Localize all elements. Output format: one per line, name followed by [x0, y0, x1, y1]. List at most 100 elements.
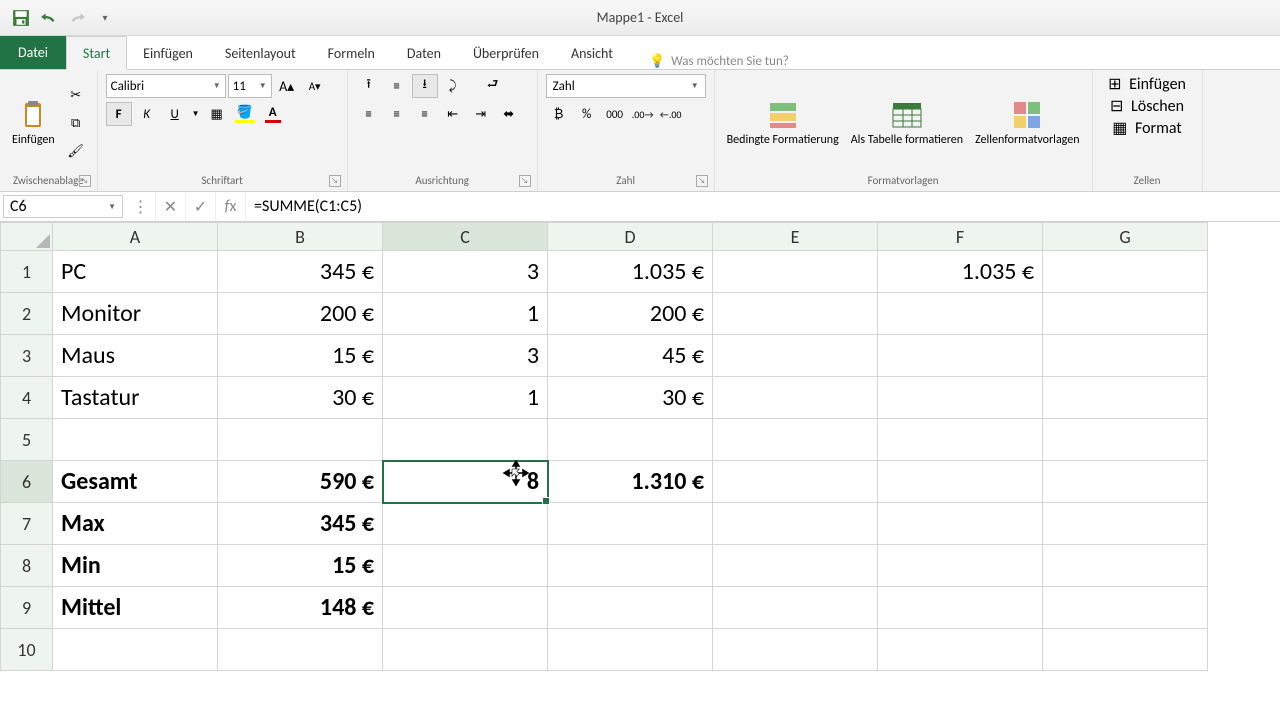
column-header[interactable]: F [878, 223, 1043, 251]
align-center-icon[interactable]: ≡ [384, 102, 410, 126]
comma-format-icon[interactable]: 000 [602, 102, 628, 126]
tab-start[interactable]: Start [66, 36, 127, 70]
italic-button[interactable]: K [134, 102, 160, 126]
cell-G9[interactable] [1043, 587, 1208, 629]
column-header[interactable]: B [218, 223, 383, 251]
font-size-select[interactable]: 11▼ [228, 74, 272, 98]
redo-icon[interactable] [68, 9, 86, 27]
column-header[interactable]: G [1043, 223, 1208, 251]
enter-icon[interactable]: ✓ [186, 192, 216, 221]
cell-E9[interactable] [713, 587, 878, 629]
conditional-formatting-button[interactable]: Bedingte Formatierung [723, 97, 843, 149]
tell-me-search[interactable]: 💡 Was möchten Sie tun? [629, 54, 789, 69]
launcher-icon[interactable]: ↘ [696, 175, 708, 187]
cell-G10[interactable] [1043, 629, 1208, 671]
font-name-select[interactable]: Calibri▼ [106, 74, 226, 98]
cell-F5[interactable] [878, 419, 1043, 461]
cell-A4[interactable]: Tastatur [53, 377, 218, 419]
qat-customize-icon[interactable]: ▾ [96, 9, 114, 27]
tab-file[interactable]: Datei [0, 36, 66, 69]
cell-D8[interactable] [548, 545, 713, 587]
cell-G1[interactable] [1043, 251, 1208, 293]
row-header[interactable]: 1 [1, 251, 53, 293]
cell-E3[interactable] [713, 335, 878, 377]
cell-B6[interactable]: 590 € [218, 461, 383, 503]
cell-E10[interactable] [713, 629, 878, 671]
align-left-icon[interactable]: ≡ [356, 102, 382, 126]
percent-format-icon[interactable]: % [574, 102, 600, 126]
cell-A10[interactable] [53, 629, 218, 671]
cell-G6[interactable] [1043, 461, 1208, 503]
cell-E5[interactable] [713, 419, 878, 461]
copy-icon[interactable]: ⧉ [63, 111, 89, 135]
cell-A5[interactable] [53, 419, 218, 461]
orientation-icon[interactable]: ⤸ [440, 74, 466, 98]
cell-D1[interactable]: 1.035 € [548, 251, 713, 293]
cell-E2[interactable] [713, 293, 878, 335]
fx-icon[interactable]: fx [216, 192, 246, 221]
align-top-icon[interactable]: ⭱ [356, 74, 382, 98]
cell-C4[interactable]: 1 [383, 377, 548, 419]
column-header[interactable]: D [548, 223, 713, 251]
cancel-icon[interactable]: ✕ [156, 192, 186, 221]
decrease-indent-icon[interactable]: ⇤ [440, 102, 466, 126]
cell-D7[interactable] [548, 503, 713, 545]
align-bottom-icon[interactable]: ⭳ [412, 74, 438, 98]
cell-G3[interactable] [1043, 335, 1208, 377]
worksheet-grid[interactable]: ABCDEFG1PC345 €31.035 €1.035 €2Monitor20… [0, 222, 1280, 671]
row-header[interactable]: 2 [1, 293, 53, 335]
cell-A1[interactable]: PC [53, 251, 218, 293]
insert-function-divider-icon[interactable]: ⋮ [126, 192, 156, 221]
insert-cells-button[interactable]: ⊞ Einfügen [1108, 74, 1186, 94]
cell-F2[interactable] [878, 293, 1043, 335]
column-header[interactable]: E [713, 223, 878, 251]
cell-F8[interactable] [878, 545, 1043, 587]
cell-B9[interactable]: 148 € [218, 587, 383, 629]
select-all-corner[interactable] [1, 223, 53, 251]
increase-indent-icon[interactable]: ⇥ [468, 102, 494, 126]
cell-F10[interactable] [878, 629, 1043, 671]
row-header[interactable]: 3 [1, 335, 53, 377]
cell-G5[interactable] [1043, 419, 1208, 461]
cell-F3[interactable] [878, 335, 1043, 377]
cell-C9[interactable] [383, 587, 548, 629]
cell-D4[interactable]: 30 € [548, 377, 713, 419]
cell-E6[interactable] [713, 461, 878, 503]
cell-F6[interactable] [878, 461, 1043, 503]
cell-C5[interactable] [383, 419, 548, 461]
cell-B8[interactable]: 15 € [218, 545, 383, 587]
align-middle-icon[interactable]: ≡ [384, 74, 410, 98]
cell-B3[interactable]: 15 € [218, 335, 383, 377]
cell-C2[interactable]: 1 [383, 293, 548, 335]
row-header[interactable]: 5 [1, 419, 53, 461]
cell-B1[interactable]: 345 € [218, 251, 383, 293]
cell-B7[interactable]: 345 € [218, 503, 383, 545]
launcher-icon[interactable]: ↘ [329, 175, 341, 187]
row-header[interactable]: 7 [1, 503, 53, 545]
cell-A7[interactable]: Max [53, 503, 218, 545]
tab-pagelayout[interactable]: Seitenlayout [209, 37, 312, 69]
cell-B5[interactable] [218, 419, 383, 461]
tab-formulas[interactable]: Formeln [312, 37, 391, 69]
fill-color-icon[interactable]: 🪣 [232, 102, 258, 126]
row-header[interactable]: 6 [1, 461, 53, 503]
cell-D10[interactable] [548, 629, 713, 671]
cell-B4[interactable]: 30 € [218, 377, 383, 419]
cell-B10[interactable] [218, 629, 383, 671]
tab-data[interactable]: Daten [391, 37, 457, 69]
row-header[interactable]: 8 [1, 545, 53, 587]
merge-center-icon[interactable]: ⬌ [496, 102, 522, 126]
cell-G8[interactable] [1043, 545, 1208, 587]
cell-C10[interactable] [383, 629, 548, 671]
cell-F9[interactable] [878, 587, 1043, 629]
cell-A2[interactable]: Monitor [53, 293, 218, 335]
cell-E1[interactable] [713, 251, 878, 293]
name-box[interactable]: C6▼ [3, 195, 123, 218]
cell-C7[interactable] [383, 503, 548, 545]
cell-D3[interactable]: 45 € [548, 335, 713, 377]
cell-C1[interactable]: 3 [383, 251, 548, 293]
format-painter-icon[interactable]: 🖌 [63, 139, 89, 163]
formula-input[interactable]: =SUMME(C1:C5) [246, 192, 1280, 221]
save-icon[interactable] [12, 9, 30, 27]
cell-E7[interactable] [713, 503, 878, 545]
